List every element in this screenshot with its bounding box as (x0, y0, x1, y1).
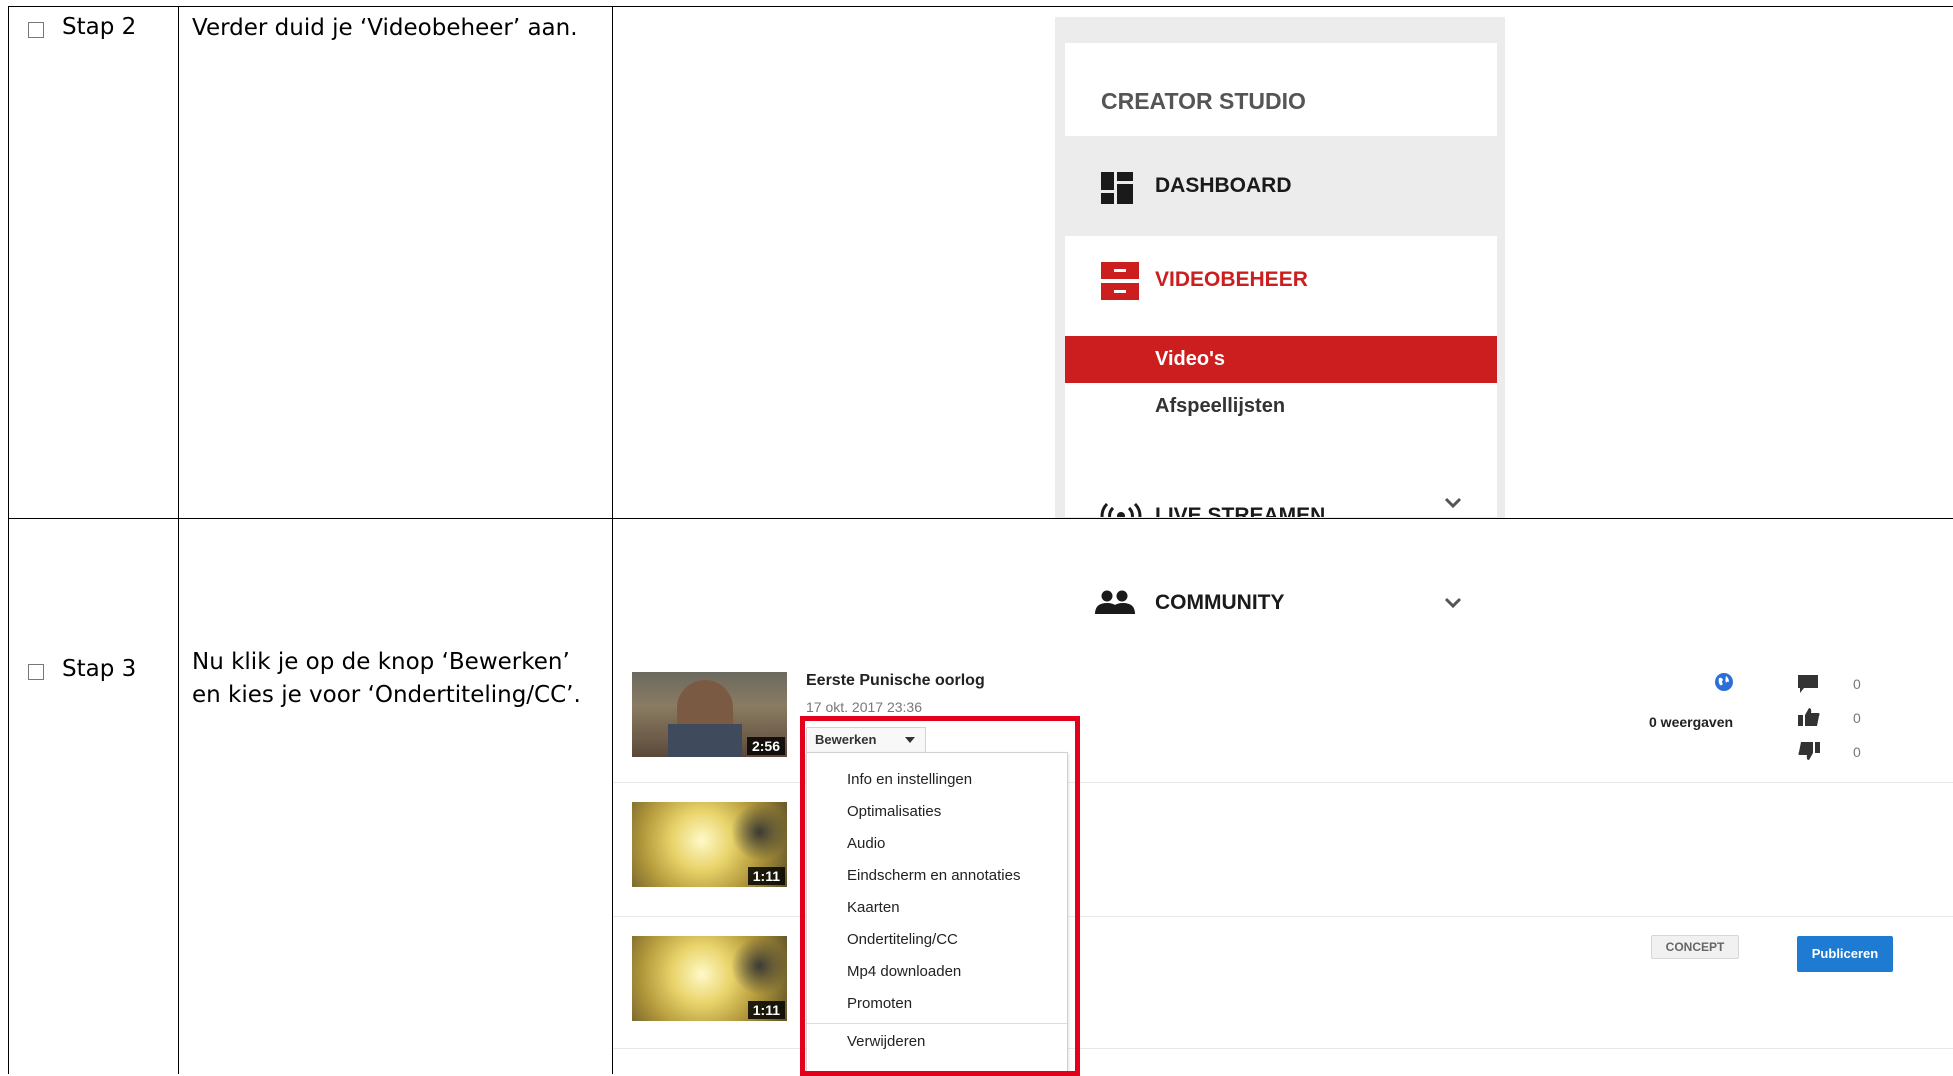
step-checkbox[interactable] (28, 664, 44, 680)
status-badge: CONCEPT (1651, 935, 1739, 959)
table-border-left (8, 6, 9, 1074)
sidebar-subitem-label: Afspeellijsten (1155, 395, 1286, 417)
instruction-line: Nu klik je op de knop ‘Bewerken’ (192, 649, 570, 675)
table-col-divider-1 (178, 6, 179, 1074)
thumbs-up-icon (1798, 708, 1820, 726)
sidebar-subitem-label: Video's (1155, 348, 1225, 370)
sidebar-item-live[interactable]: LIVE STREAMEN (1065, 473, 1497, 517)
step-instruction: Nu klik je op de knop ‘Bewerken’ en kies… (192, 646, 581, 712)
video-manager-icon (1101, 262, 1139, 300)
view-count: 0 weergaven (1649, 714, 1734, 730)
smoke-plume (732, 936, 787, 996)
sidebar-item-dashboard[interactable]: DASHBOARD (1065, 136, 1497, 236)
video-date: 17 okt. 2017 23:36 (806, 699, 922, 715)
video-thumbnail[interactable]: 1:11 (632, 936, 787, 1021)
highlight-box (800, 716, 1080, 1076)
sidebar-subitem-playlists[interactable]: Afspeellijsten (1065, 383, 1497, 430)
thumbs-down-icon (1798, 742, 1820, 760)
step-label: Stap 2 (62, 14, 137, 40)
instruction-line: en kies je voor ‘Ondertiteling/CC’. (192, 682, 581, 708)
sidebar-background-extension (1055, 517, 1505, 518)
step-checkbox[interactable] (28, 22, 44, 38)
dashboard-icon (1101, 172, 1133, 204)
step-label: Stap 3 (62, 656, 137, 682)
step-instruction: Verder duid je ‘Videobeheer’ aan. (192, 13, 578, 43)
table-row-divider (8, 518, 1953, 519)
comment-icon (1798, 675, 1818, 693)
like-count: 0 (1853, 710, 1861, 726)
sidebar-item-label: COMMUNITY (1155, 591, 1285, 614)
video-duration: 1:11 (747, 867, 785, 885)
presenter-shirt (668, 724, 742, 757)
studio-title: CREATOR STUDIO (1101, 88, 1306, 114)
live-broadcast-icon (1100, 503, 1142, 517)
video-manager-screenshot: 2:56 Eerste Punische oorlog 17 okt. 2017… (613, 650, 1953, 1076)
sidebar-item-label: DASHBOARD (1155, 174, 1292, 197)
video-thumbnail[interactable]: 2:56 (632, 672, 787, 757)
video-duration: 1:11 (747, 1001, 785, 1019)
instruction-line: Verder duid je ‘Videobeheer’ aan. (192, 15, 578, 41)
sidebar-item-videobeheer[interactable]: VIDEOBEHEER (1065, 236, 1497, 336)
sidebar-item-label: LIVE STREAMEN (1155, 504, 1326, 517)
chevron-down-icon[interactable] (1444, 497, 1462, 509)
table-border-top (8, 6, 1953, 7)
sidebar-item-label: VIDEOBEHEER (1155, 268, 1308, 291)
chevron-down-icon[interactable] (1444, 597, 1462, 609)
public-globe-icon (1715, 673, 1733, 691)
dislike-count: 0 (1853, 744, 1861, 760)
video-thumbnail[interactable]: 1:11 (632, 802, 787, 887)
creator-studio-screenshot: CREATOR STUDIO DASHBOARD VIDEOBEHEER Vid… (1055, 17, 1505, 517)
comment-count: 0 (1853, 676, 1861, 692)
sidebar-subitem-videos[interactable]: Video's (1065, 336, 1497, 383)
publish-button[interactable]: Publiceren (1797, 936, 1893, 972)
community-icon (1095, 590, 1135, 614)
video-duration: 2:56 (746, 737, 785, 755)
video-title[interactable]: Eerste Punische oorlog (806, 672, 985, 690)
smoke-plume (732, 802, 787, 862)
